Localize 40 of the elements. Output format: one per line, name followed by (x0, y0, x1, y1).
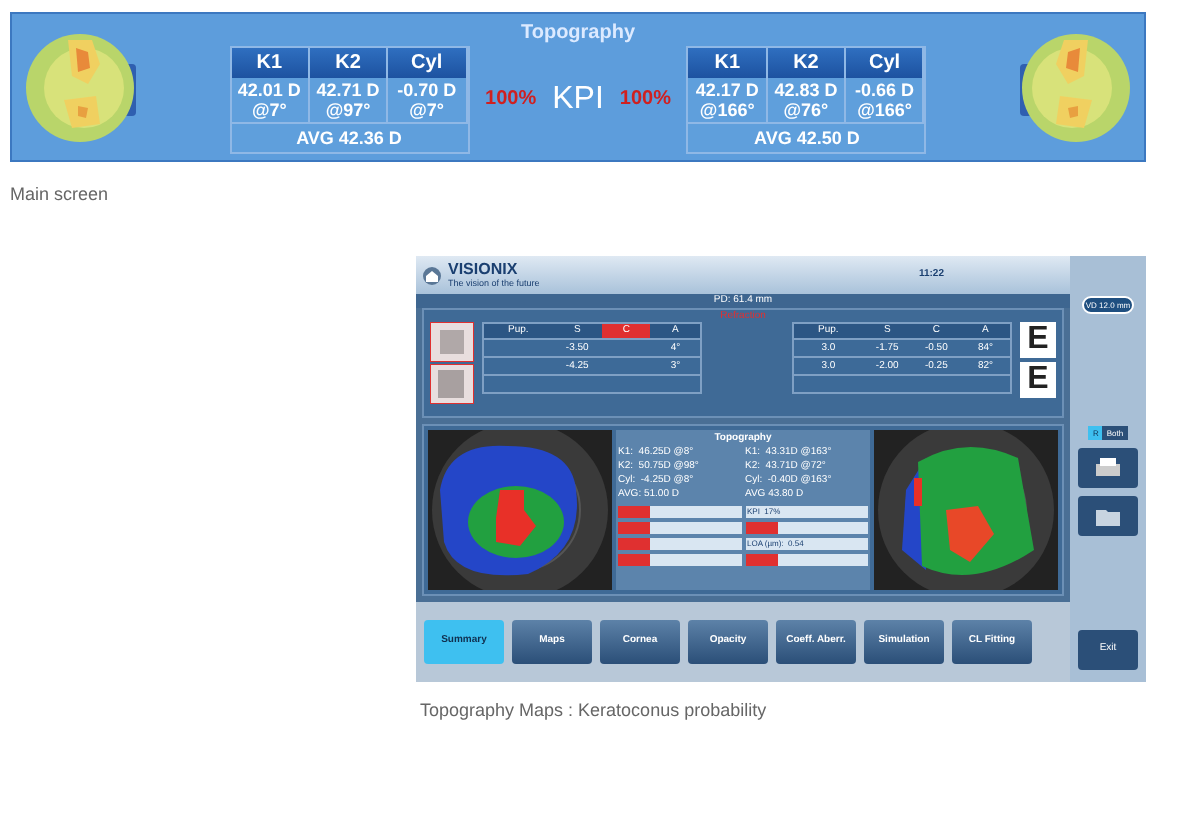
table-cell: @166° (699, 99, 755, 119)
table-cell: -0.66 D (855, 79, 915, 99)
table-cell: @76° (783, 99, 829, 119)
table-cell: 42.83 D (774, 79, 838, 99)
kpi-label: KPI (552, 79, 604, 119)
banner-title: Topography (520, 21, 636, 45)
caption: Main screen (10, 182, 109, 208)
eye-chart-letter: E (1020, 322, 1056, 358)
column-header: Cyl (846, 47, 925, 77)
printer-icon (1094, 456, 1122, 480)
table-cell: -0.70 D (397, 79, 457, 99)
column-header: K1 (231, 47, 310, 77)
table-cell: @166° (857, 99, 912, 119)
average-value: AVG 42.36 D (294, 125, 404, 151)
print-button[interactable] (1078, 448, 1138, 488)
table-cell: @7° (409, 99, 445, 119)
table-cell: 42.71 D (316, 79, 380, 99)
table-cell: @7° (251, 99, 287, 119)
index-bar (618, 522, 741, 534)
folder-icon (1094, 505, 1122, 527)
table-cell: @97° (325, 99, 371, 119)
eye-chart-letter: E (1020, 362, 1056, 398)
average-value: AVG 42.50 D (752, 125, 862, 151)
table-cell: 42.17 D (695, 79, 759, 99)
kpi-percentage: 100% (485, 86, 537, 114)
home-icon (422, 265, 442, 285)
column-header: K2 (309, 47, 389, 77)
column-header: Cyl (388, 47, 467, 77)
index-bar (618, 554, 741, 566)
column-header: K2 (767, 47, 847, 77)
table-cell: 42.01 D (237, 79, 301, 99)
column-header: K1 (688, 47, 768, 77)
logo: VISIONIX (448, 262, 520, 278)
index-bar (618, 538, 741, 550)
caption: Topography Maps : Keratoconus probability (420, 698, 767, 724)
index-bar (745, 522, 868, 534)
index-bar (745, 554, 868, 566)
kpi-percentage: 100% (619, 86, 671, 114)
export-button[interactable] (1078, 496, 1138, 536)
index-bar (618, 506, 741, 518)
